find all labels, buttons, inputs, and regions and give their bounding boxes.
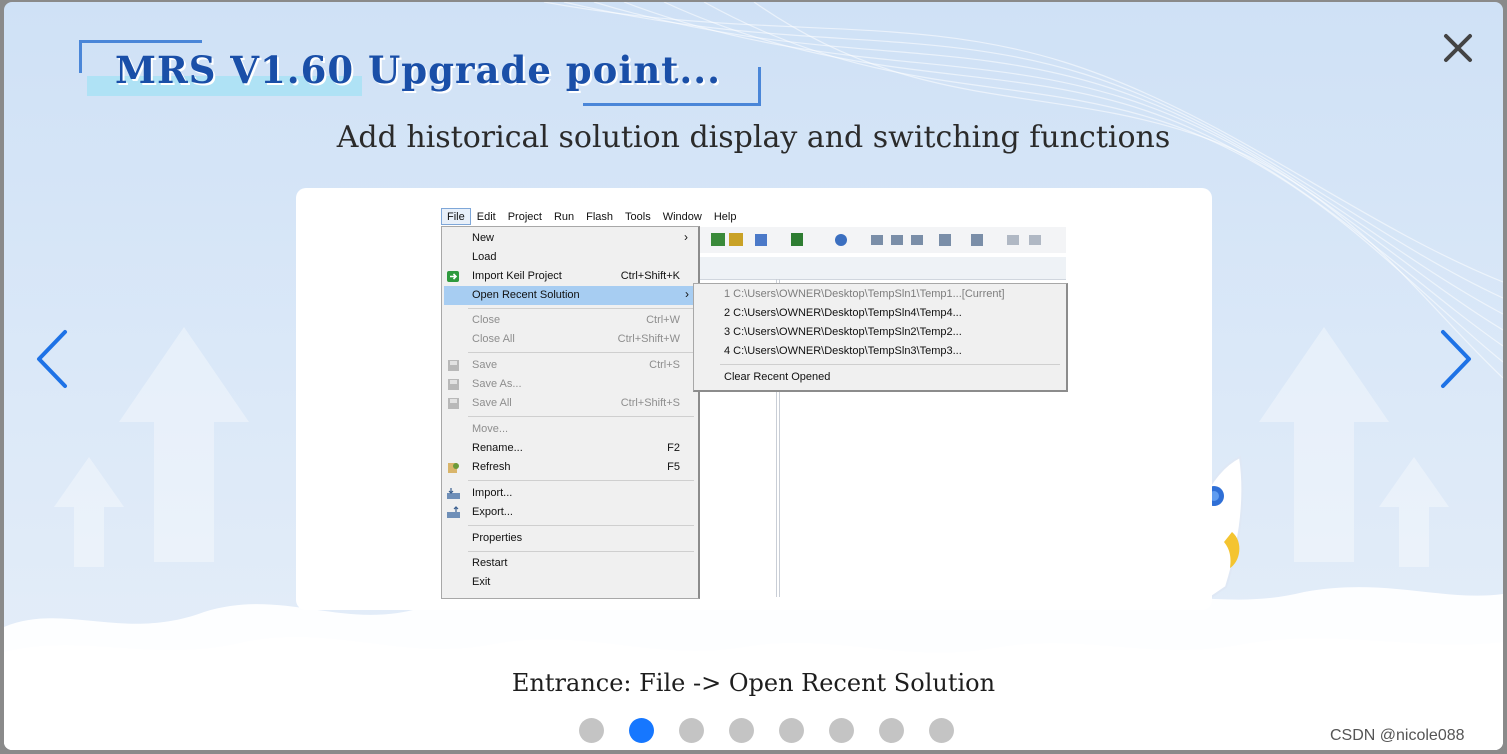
ide-menubar: File Edit Project Run Flash Tools Window… <box>441 208 742 226</box>
menu-help: Help <box>713 211 737 223</box>
file-menu-item: New › <box>472 230 688 244</box>
menu-tools: Tools <box>625 211 651 223</box>
recent-solution-item: 2 C:\Users\OWNER\Desktop\TempSln4\Temp4.… <box>724 307 962 319</box>
recent-solutions-submenu: 1 C:\Users\OWNER\Desktop\TempSln1\Temp1.… <box>693 283 1068 392</box>
recent-solution-item: 4 C:\Users\OWNER\Desktop\TempSln3\Temp3.… <box>724 345 962 357</box>
ide-toolbar <box>699 227 1066 253</box>
file-menu-item: Close Ctrl+W <box>472 314 680 326</box>
pagination-dot[interactable] <box>679 718 704 743</box>
dialog-subtitle: Add historical solution display and swit… <box>336 120 1171 155</box>
close-button[interactable] <box>1438 28 1478 68</box>
entrance-caption: Entrance: File -> Open Recent Solution <box>511 669 996 697</box>
pagination-dots <box>579 718 954 743</box>
refresh-icon <box>448 463 459 473</box>
save-as-icon <box>448 379 459 390</box>
title-frame: MRS V1.60 Upgrade point... <box>79 40 761 106</box>
file-menu-item: Import Keil Project Ctrl+Shift+K <box>442 267 696 286</box>
pagination-dot[interactable] <box>779 718 804 743</box>
feature-screenshot-card: File Edit Project Run Flash Tools Window… <box>296 188 1212 610</box>
file-menu-item: Exit <box>472 576 491 588</box>
toolbar-icons <box>711 233 1041 246</box>
pagination-dot[interactable] <box>879 718 904 743</box>
menu-separator <box>468 308 694 309</box>
menu-separator <box>468 416 694 417</box>
file-menu-item: Rename... F2 <box>472 442 680 454</box>
menu-run: Run <box>553 211 575 223</box>
file-menu-item: Export... <box>442 503 696 522</box>
import-keil-icon <box>447 271 459 282</box>
prev-slide-button[interactable] <box>32 324 72 394</box>
menu-separator <box>468 352 694 353</box>
ide-view-tabs <box>699 257 1066 280</box>
file-menu-item: Restart <box>472 557 508 569</box>
menu-project: Project <box>507 211 542 223</box>
menu-separator <box>720 364 1060 365</box>
file-menu-item-selected: Open Recent Solution › <box>444 286 695 305</box>
import-icon <box>447 488 460 499</box>
file-menu-item: Properties <box>472 532 523 544</box>
recent-solution-item: 3 C:\Users\OWNER\Desktop\TempSln2\Temp2.… <box>724 326 962 338</box>
file-menu-item: Close All Ctrl+Shift+W <box>472 333 680 345</box>
watermark: CSDN @nicole088 <box>1330 727 1465 744</box>
close-icon <box>1444 34 1472 62</box>
recent-solution-item: 1 C:\Users\OWNER\Desktop\TempSln1\Temp1.… <box>724 288 1005 300</box>
file-menu-item: Move... <box>472 423 509 435</box>
ide-screenshot: File Edit Project Run Flash Tools Window… <box>441 205 1068 599</box>
menu-flash: Flash <box>586 211 614 223</box>
menu-separator <box>468 480 694 481</box>
pagination-dot[interactable] <box>829 718 854 743</box>
chevron-right-icon <box>1441 330 1471 388</box>
menu-separator <box>468 525 694 526</box>
pagination-dot[interactable] <box>729 718 754 743</box>
file-menu-item: Save All Ctrl+Shift+S <box>442 394 696 413</box>
pagination-dot[interactable] <box>579 718 604 743</box>
file-menu: New › Load Import Keil Project Ctrl+Shift+… <box>441 226 700 599</box>
menu-file: File <box>441 208 471 225</box>
file-menu-item: Save Ctrl+S <box>442 356 696 375</box>
chevron-left-icon <box>37 330 67 388</box>
upgrade-dialog: MRS V1.60 Upgrade point... Add historica… <box>4 2 1503 750</box>
file-menu-item: Refresh F5 <box>442 458 696 477</box>
file-menu-item: Save As... <box>442 375 696 394</box>
file-menu-item: Load <box>472 251 497 263</box>
dialog-title: MRS V1.60 Upgrade point... <box>115 48 722 92</box>
save-all-icon <box>448 398 459 409</box>
clear-recent-item: Clear Recent Opened <box>724 371 831 383</box>
pagination-dot-active[interactable] <box>629 718 654 743</box>
save-icon <box>448 360 459 371</box>
pagination-dot[interactable] <box>929 718 954 743</box>
menu-edit: Edit <box>476 211 496 223</box>
next-slide-button[interactable] <box>1436 324 1476 394</box>
menu-separator <box>468 551 694 552</box>
file-menu-item: Import... <box>442 484 696 503</box>
export-icon <box>447 506 460 518</box>
menu-window: Window <box>662 211 702 223</box>
